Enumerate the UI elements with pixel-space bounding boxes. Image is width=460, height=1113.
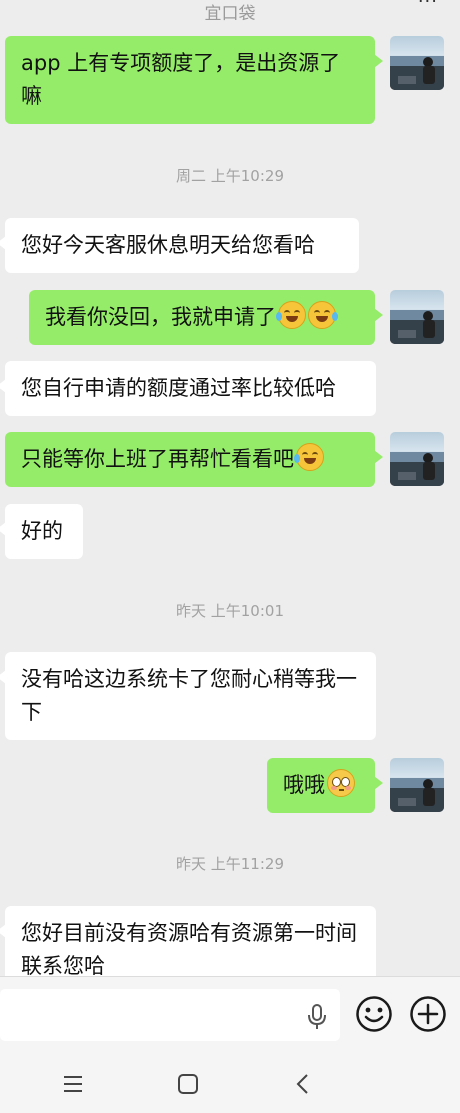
face-with-tears-of-joy-icon [276,301,306,329]
message-bubble-self[interactable]: app 上有专项额度了，是出资源了嘛 [5,36,383,124]
chat-header: 宜口袋 ··· [0,0,460,28]
message-text: 我看你没回，我就申请了 [45,305,276,329]
message-text: 没有哈这边系统卡了您耐心稍等我一下 [21,667,357,724]
message-text: 您好目前没有资源哈有资源第一时间联系您哈 [21,921,357,976]
timestamp: 周二 上午10:29 [176,167,284,185]
message-text: 您自行申请的额度通过率比较低哈 [21,376,336,400]
message-list[interactable]: app 上有专项额度了，是出资源了嘛 周二 上午10:29 您好今天客服休息明天… [0,28,460,976]
message-text: 您好今天客服休息明天给您看哈 [21,233,315,257]
message-bubble-other[interactable]: 您好今天客服休息明天给您看哈 [0,218,359,273]
message-bubble-other[interactable]: 您自行申请的额度通过率比较低哈 [0,361,376,416]
message-bubble-self[interactable]: 只能等你上班了再帮忙看看吧 [5,432,383,487]
message-bubble-self[interactable]: 我看你没回，我就申请了 [29,290,383,345]
chat-title: 宜口袋 [204,4,256,24]
message-bubble-other[interactable]: 好的 [0,504,83,559]
more-options-icon[interactable]: ··· [418,0,438,16]
avatar[interactable] [390,432,444,486]
message-bubble-other[interactable]: 您好目前没有资源哈有资源第一时间联系您哈 [0,906,376,976]
avatar[interactable] [390,36,444,90]
message-text: app 上有专项额度了，是出资源了嘛 [21,51,341,108]
back-icon[interactable] [295,1073,311,1095]
message-bubble-other[interactable]: 没有哈这边系统卡了您耐心稍等我一下 [0,652,376,740]
avatar[interactable] [390,758,444,812]
timestamp: 昨天 上午11:29 [176,855,284,873]
emoji-icon[interactable] [355,995,393,1033]
message-bubble-self[interactable]: 哦哦 [267,758,383,813]
message-text: 只能等你上班了再帮忙看看吧 [21,447,294,471]
menu-icon[interactable] [63,1074,83,1094]
microphone-icon[interactable] [306,1003,328,1031]
message-text: 好的 [21,519,63,543]
face-with-tears-of-joy-icon [308,301,338,329]
flushed-face-icon [327,769,355,797]
face-with-tears-of-joy-icon [294,443,324,471]
message-input[interactable] [0,989,340,1041]
message-text: 哦哦 [283,773,325,797]
timestamp: 昨天 上午10:01 [176,602,284,620]
plus-icon[interactable] [409,995,447,1033]
avatar[interactable] [390,290,444,344]
home-icon[interactable] [177,1073,199,1095]
